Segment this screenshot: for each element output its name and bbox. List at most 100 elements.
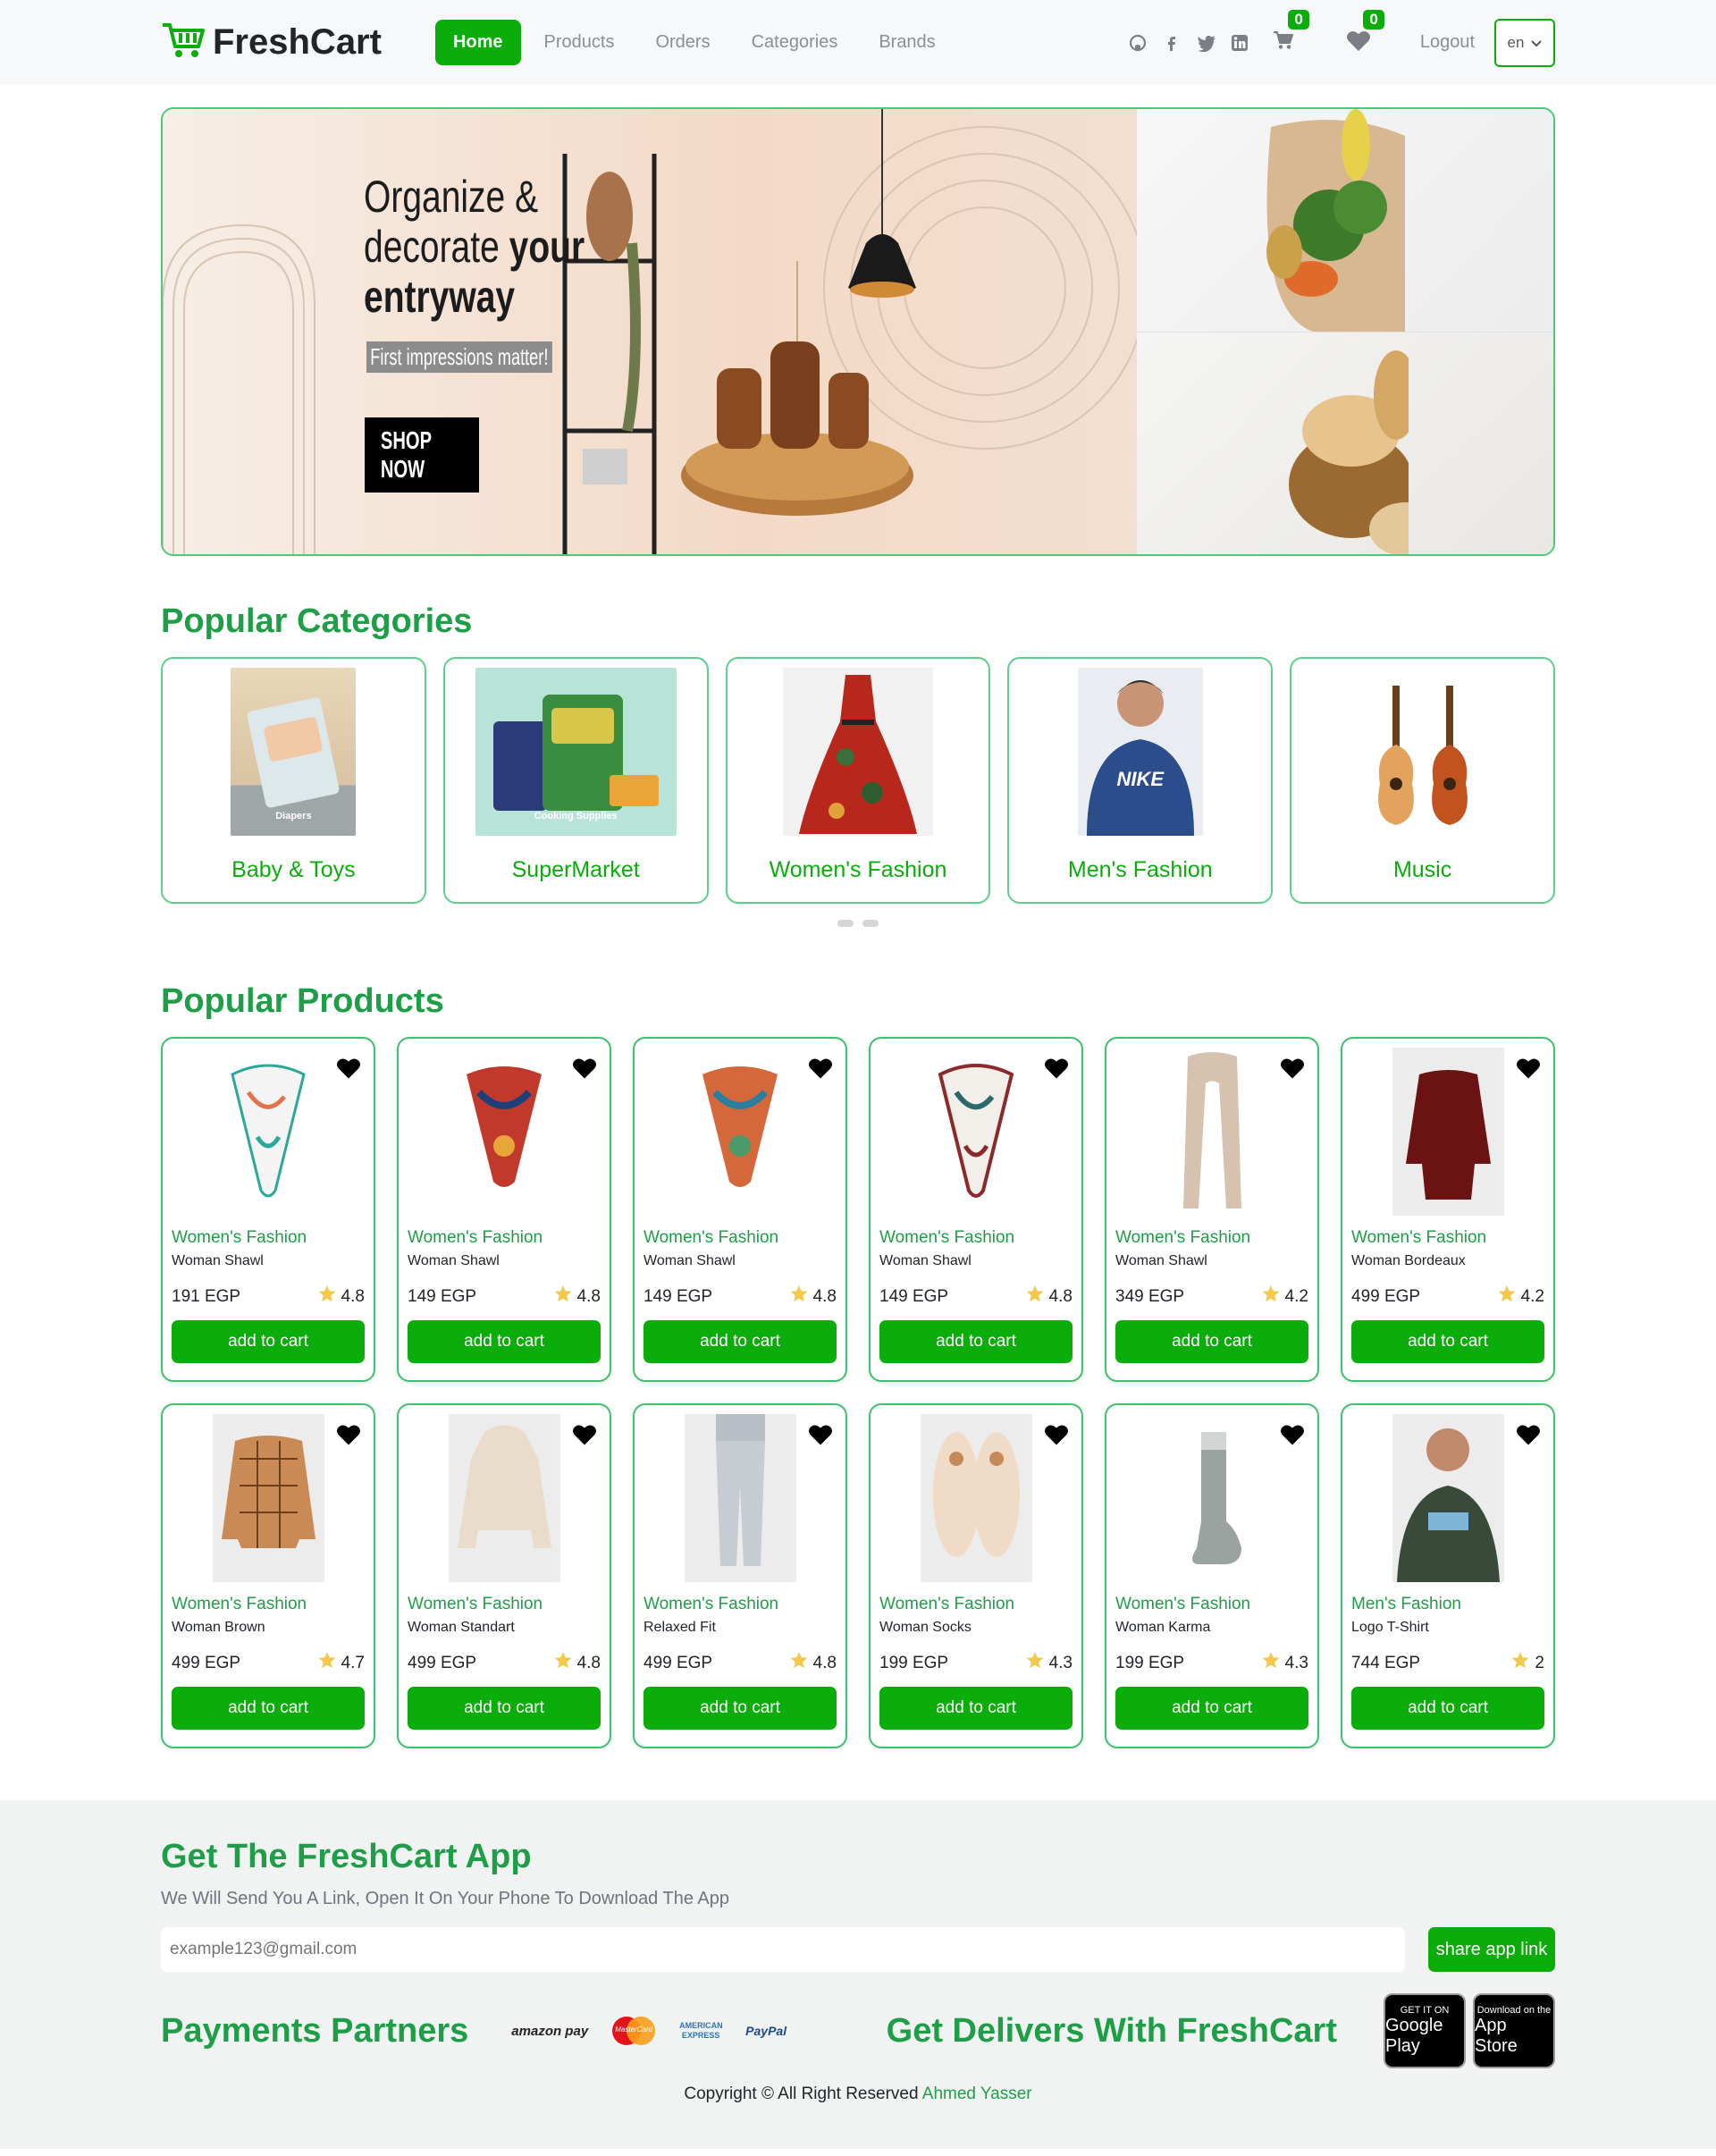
product-card[interactable]: Women's Fashion Woman Brown 499 EGP 4.7 …	[161, 1403, 375, 1748]
wishlist-heart-icon[interactable]	[1280, 1423, 1305, 1446]
product-price: 744 EGP	[1351, 1653, 1421, 1672]
grocery-bag-banner[interactable]	[1137, 109, 1553, 333]
star-icon	[1498, 1285, 1516, 1308]
author-link[interactable]: Ahmed Yasser	[922, 2084, 1032, 2103]
product-category: Women's Fashion	[879, 1228, 1015, 1247]
category-name: Baby & Toys	[231, 857, 356, 882]
wishlist-heart-icon[interactable]	[572, 1057, 597, 1080]
product-card[interactable]: Women's Fashion Woman Shawl 149 EGP 4.8 …	[633, 1037, 847, 1382]
add-to-cart-button[interactable]: add to cart	[879, 1320, 1072, 1363]
app-store-badge[interactable]: Download on the App Store	[1473, 1993, 1555, 2068]
product-name: Woman Bordeaux	[1351, 1253, 1466, 1268]
wishlist-heart-icon[interactable]	[808, 1057, 833, 1080]
wishlist-heart-icon[interactable]	[1044, 1423, 1069, 1446]
add-to-cart-button[interactable]: add to cart	[408, 1687, 601, 1730]
product-price: 149 EGP	[644, 1286, 713, 1306]
wishlist-heart-icon[interactable]	[572, 1423, 597, 1446]
category-card[interactable]: Women's Fashion	[725, 657, 991, 904]
product-price: 349 EGP	[1115, 1286, 1185, 1306]
add-to-cart-button[interactable]: add to cart	[879, 1687, 1072, 1730]
products-grid: Women's Fashion Woman Shawl 191 EGP 4.8 …	[161, 1037, 1555, 1748]
hero-heading: Organize & decorate your entryway	[364, 172, 585, 322]
nav-orders[interactable]: Orders	[637, 20, 728, 65]
product-card[interactable]: Women's Fashion Woman Karma 199 EGP 4.3 …	[1105, 1403, 1319, 1748]
github-icon[interactable]	[1129, 34, 1147, 52]
product-name: Woman Shawl	[879, 1253, 972, 1268]
product-name: Logo T-Shirt	[1351, 1620, 1429, 1635]
nav-categories[interactable]: Categories	[734, 20, 856, 65]
category-image	[782, 668, 933, 836]
nav-products[interactable]: Products	[526, 20, 633, 65]
nav-home[interactable]: Home	[434, 20, 521, 65]
add-to-cart-button[interactable]: add to cart	[172, 1687, 365, 1730]
star-icon	[1026, 1652, 1044, 1674]
star-icon	[318, 1285, 336, 1308]
category-card[interactable]: Music	[1290, 657, 1555, 904]
brand-logo[interactable]: FreshCart	[161, 21, 382, 63]
product-card[interactable]: Women's Fashion Woman Shawl 349 EGP 4.2 …	[1105, 1037, 1319, 1382]
email-input[interactable]	[161, 1927, 1405, 1972]
add-to-cart-button[interactable]: add to cart	[408, 1320, 601, 1363]
product-name: Relaxed Fit	[644, 1620, 716, 1635]
product-meta: 149 EGP 4.8	[408, 1285, 601, 1308]
language-select[interactable]: en	[1494, 18, 1555, 67]
product-rating: 4.8	[318, 1285, 365, 1308]
pendant-lamp-image	[848, 109, 916, 298]
logout-link[interactable]: Logout	[1420, 32, 1475, 53]
facebook-icon[interactable]	[1163, 34, 1181, 52]
product-category: Women's Fashion	[408, 1595, 543, 1613]
product-card[interactable]: Men's Fashion Logo T-Shirt 744 EGP 2 add…	[1341, 1403, 1555, 1748]
twitter-icon[interactable]	[1197, 34, 1216, 52]
category-card[interactable]: NIKE Men's Fashion	[1007, 657, 1274, 904]
category-image: NIKE	[1077, 668, 1203, 836]
product-card[interactable]: Women's Fashion Woman Socks 199 EGP 4.3 …	[869, 1403, 1083, 1748]
add-to-cart-button[interactable]: add to cart	[1115, 1320, 1308, 1363]
wishlist-heart-icon[interactable]	[808, 1423, 833, 1446]
wishlist-button[interactable]: 0	[1343, 9, 1384, 56]
add-to-cart-button[interactable]: add to cart	[1115, 1687, 1308, 1730]
category-name: Music	[1392, 857, 1452, 882]
google-play-badge[interactable]: GET IT ON Google Play	[1384, 1993, 1466, 2068]
add-to-cart-button[interactable]: add to cart	[1351, 1320, 1544, 1363]
star-icon	[790, 1285, 808, 1308]
product-card[interactable]: Women's Fashion Woman Shawl 149 EGP 4.8 …	[397, 1037, 611, 1382]
cart-button[interactable]: 0	[1268, 9, 1309, 56]
wishlist-heart-icon[interactable]	[1280, 1057, 1305, 1080]
product-name: Woman Shawl	[644, 1253, 736, 1268]
shop-now-button[interactable]: SHOP NOW	[365, 417, 479, 493]
category-card[interactable]: Cooking Supplies SuperMarket	[442, 657, 709, 904]
product-card[interactable]: Women's Fashion Woman Bordeaux 499 EGP 4…	[1341, 1037, 1555, 1382]
footer: Get The FreshCart App We Will Send You A…	[0, 1800, 1716, 2149]
add-to-cart-button[interactable]: add to cart	[172, 1320, 365, 1363]
category-card[interactable]: Diapers Baby & Toys	[161, 657, 426, 904]
wishlist-heart-icon[interactable]	[1516, 1057, 1541, 1080]
bread-basket-banner[interactable]	[1137, 332, 1553, 554]
product-card[interactable]: Women's Fashion Woman Shawl 191 EGP 4.8 …	[161, 1037, 375, 1382]
hero-main-banner[interactable]: Organize & decorate your entryway First …	[163, 109, 1137, 554]
wishlist-heart-icon[interactable]	[1516, 1423, 1541, 1446]
wishlist-heart-icon[interactable]	[336, 1423, 361, 1446]
hero-subheading: First impressions matter!	[366, 341, 552, 373]
product-price: 499 EGP	[1351, 1286, 1421, 1306]
wishlist-heart-icon[interactable]	[336, 1057, 361, 1080]
wishlist-heart-icon[interactable]	[1044, 1057, 1069, 1080]
product-card[interactable]: Women's Fashion Relaxed Fit 499 EGP 4.8 …	[633, 1403, 847, 1748]
product-card[interactable]: Women's Fashion Woman Standart 499 EGP 4…	[397, 1403, 611, 1748]
add-to-cart-button[interactable]: add to cart	[1351, 1687, 1544, 1730]
share-app-form: share app link	[161, 1927, 1555, 1972]
product-rating: 2	[1511, 1652, 1544, 1674]
share-app-button[interactable]: share app link	[1428, 1927, 1555, 1972]
product-price: 199 EGP	[1115, 1653, 1185, 1672]
slider-dot[interactable]	[837, 920, 854, 927]
product-rating: 4.3	[1026, 1652, 1072, 1674]
slider-dot[interactable]	[862, 920, 879, 927]
add-to-cart-button[interactable]: add to cart	[644, 1320, 837, 1363]
add-to-cart-button[interactable]: add to cart	[644, 1687, 837, 1730]
product-category: Women's Fashion	[1115, 1228, 1251, 1247]
nav-brands[interactable]: Brands	[861, 20, 953, 65]
product-image	[685, 1048, 796, 1216]
linkedin-icon[interactable]	[1231, 34, 1249, 52]
product-card[interactable]: Women's Fashion Woman Shawl 149 EGP 4.8 …	[869, 1037, 1083, 1382]
product-rating: 4.8	[1026, 1285, 1072, 1308]
category-name: SuperMarket	[511, 857, 640, 882]
